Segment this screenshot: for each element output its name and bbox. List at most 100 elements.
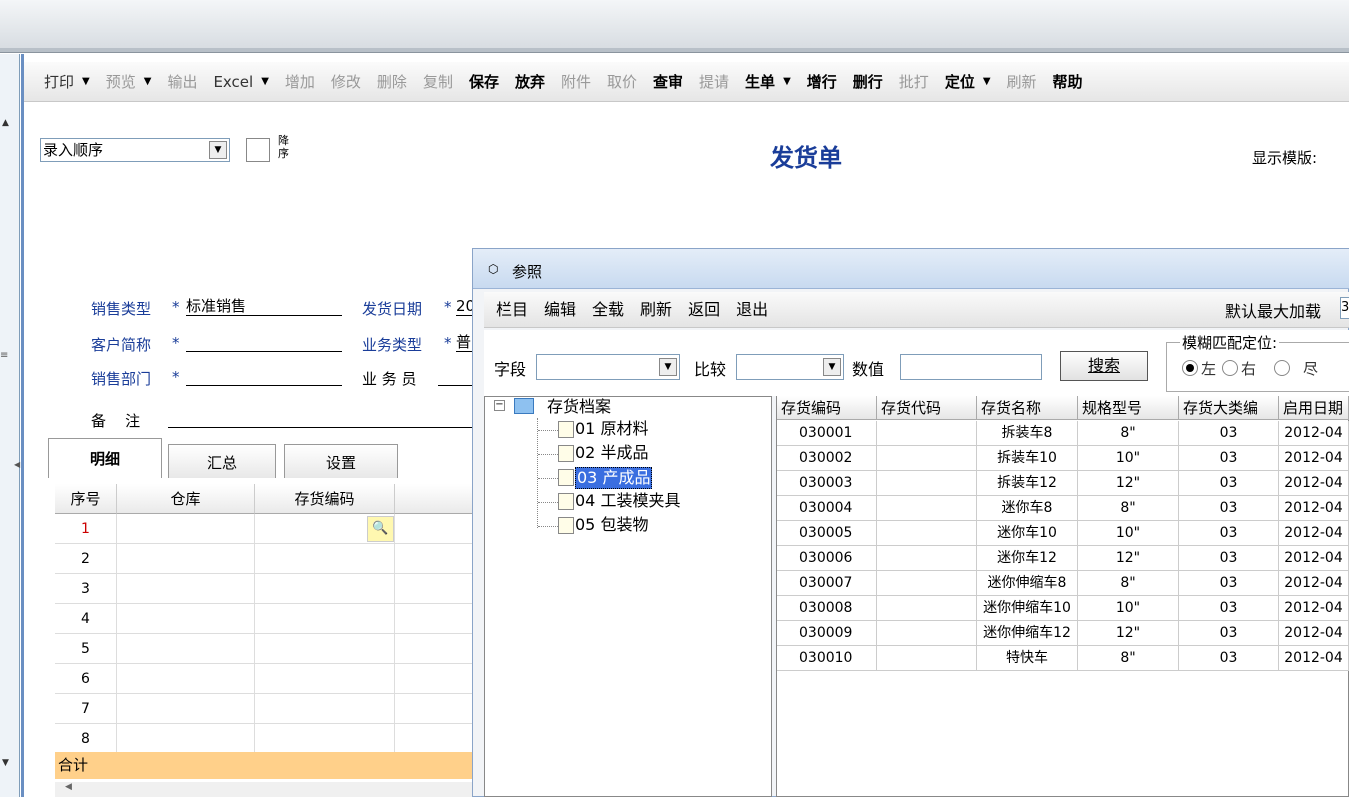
table-cell[interactable] <box>877 596 977 621</box>
table-cell[interactable] <box>255 544 395 574</box>
order-select[interactable]: 录入顺序 ▼ <box>40 138 230 162</box>
scroll-left-icon[interactable]: ◀ <box>65 782 72 792</box>
toolbar-button[interactable]: 定位 ▼ <box>937 69 999 95</box>
table-cell[interactable]: 8" <box>1078 646 1179 671</box>
column-header[interactable]: 存货代码 <box>877 396 977 420</box>
table-cell[interactable] <box>117 514 255 544</box>
table-cell[interactable]: 2012-04 <box>1279 496 1349 521</box>
menu-columns[interactable]: 栏目 <box>488 295 536 325</box>
table-cell[interactable]: 10" <box>1078 521 1179 546</box>
column-header[interactable]: 规格型号 <box>1078 396 1179 420</box>
table-cell[interactable]: 030005 <box>777 521 877 546</box>
table-cell[interactable] <box>117 604 255 634</box>
table-row[interactable]: 6 <box>55 664 475 694</box>
chevron-down-icon[interactable]: ▼ <box>209 141 227 159</box>
table-cell[interactable] <box>877 521 977 546</box>
table-cell[interactable] <box>117 694 255 724</box>
toolbar-button[interactable]: 修改 <box>323 69 369 95</box>
toolbar-button[interactable]: 输出 <box>159 69 205 95</box>
toolbar-button[interactable]: 提请 <box>691 69 737 95</box>
table-cell[interactable] <box>395 604 475 634</box>
table-cell[interactable]: 03 <box>1179 596 1279 621</box>
table-cell[interactable]: 特快车 <box>977 646 1078 671</box>
column-header[interactable]: 存货名称 <box>977 396 1078 420</box>
table-cell[interactable]: 迷你伸缩车8 <box>977 571 1078 596</box>
value-input[interactable] <box>900 354 1042 380</box>
column-header[interactable]: 仓库 <box>117 484 255 514</box>
table-cell[interactable] <box>877 571 977 596</box>
chevron-down-icon[interactable]: ▼ <box>659 358 677 376</box>
table-cell[interactable] <box>395 694 475 724</box>
table-cell[interactable]: 030010 <box>777 646 877 671</box>
column-header[interactable]: 存货大类编 <box>1179 396 1279 420</box>
table-cell[interactable]: 12" <box>1078 546 1179 571</box>
toolbar-button[interactable]: 刷新 <box>999 69 1045 95</box>
menu-back[interactable]: 返回 <box>680 295 728 325</box>
table-cell[interactable] <box>117 544 255 574</box>
table-cell[interactable]: 2012-04 <box>1279 596 1349 621</box>
table-cell[interactable] <box>117 634 255 664</box>
business-type-field[interactable]: 普 <box>456 332 472 352</box>
table-cell[interactable] <box>877 621 977 646</box>
table-cell[interactable] <box>117 664 255 694</box>
table-cell[interactable]: 030002 <box>777 446 877 471</box>
chevron-down-icon[interactable]: ▼ <box>823 358 841 376</box>
table-cell[interactable]: 8" <box>1078 496 1179 521</box>
salesperson-field[interactable] <box>438 366 472 386</box>
search-button[interactable]: 搜索 <box>1060 351 1148 381</box>
radio-any[interactable] <box>1274 360 1290 376</box>
tree-node[interactable]: 02 半成品 <box>575 443 648 463</box>
table-cell[interactable]: 迷你伸缩车12 <box>977 621 1078 646</box>
table-row[interactable]: 7 <box>55 694 475 724</box>
table-cell[interactable]: 12" <box>1078 621 1179 646</box>
table-cell[interactable]: 拆装车8 <box>977 421 1078 446</box>
toolbar-button[interactable]: 批打 <box>891 69 937 95</box>
dropdown-arrow-icon[interactable]: ▼ <box>82 69 90 95</box>
column-header[interactable]: 存货编码 <box>777 396 877 420</box>
ship-date-field[interactable]: 20 <box>456 296 472 316</box>
menu-refresh[interactable]: 刷新 <box>632 295 680 325</box>
collapse-arrow-icon[interactable]: ◀ <box>14 460 20 469</box>
splitter-grip-icon[interactable]: ≡ <box>0 350 8 361</box>
tree-node[interactable]: 03 产成品 <box>575 467 653 489</box>
table-cell[interactable]: 2012-04 <box>1279 621 1349 646</box>
table-cell[interactable]: 03 <box>1179 546 1279 571</box>
table-cell[interactable] <box>255 634 395 664</box>
toolbar-button[interactable]: 生单 ▼ <box>737 69 799 95</box>
scroll-down-icon[interactable]: ▼ <box>2 758 9 768</box>
descending-checkbox[interactable] <box>246 138 270 162</box>
tab-summary[interactable]: 汇总 <box>168 444 276 478</box>
table-cell[interactable] <box>255 664 395 694</box>
table-cell[interactable]: 030009 <box>777 621 877 646</box>
table-cell[interactable]: 03 <box>1179 521 1279 546</box>
left-side-panel[interactable] <box>0 54 20 797</box>
menu-load-all[interactable]: 全载 <box>584 295 632 325</box>
tree-node[interactable]: 04 工装模夹具 <box>575 491 680 511</box>
table-cell[interactable]: 03 <box>1179 571 1279 596</box>
column-header[interactable]: 启用日期 <box>1279 396 1349 420</box>
toolbar-button[interactable]: 取价 <box>599 69 645 95</box>
table-cell[interactable]: 03 <box>1179 446 1279 471</box>
table-cell[interactable]: 03 <box>1179 471 1279 496</box>
dialog-title-bar[interactable] <box>473 249 1349 289</box>
dropdown-arrow-icon[interactable]: ▼ <box>261 69 269 95</box>
table-cell[interactable]: 8" <box>1078 571 1179 596</box>
table-cell[interactable] <box>395 514 475 544</box>
table-cell[interactable]: 03 <box>1179 496 1279 521</box>
dept-field[interactable] <box>186 366 342 386</box>
table-cell[interactable]: 2012-04 <box>1279 521 1349 546</box>
table-cell[interactable] <box>877 646 977 671</box>
table-row[interactable]: 2 <box>55 544 475 574</box>
table-cell[interactable]: 2012-04 <box>1279 446 1349 471</box>
table-cell[interactable]: 030006 <box>777 546 877 571</box>
customer-field[interactable] <box>186 332 342 352</box>
table-cell[interactable]: 030008 <box>777 596 877 621</box>
table-cell[interactable]: 03 <box>1179 421 1279 446</box>
dropdown-arrow-icon[interactable]: ▼ <box>983 69 991 95</box>
tree-node[interactable]: 05 包装物 <box>575 515 648 535</box>
table-cell[interactable]: 03 <box>1179 646 1279 671</box>
table-cell[interactable] <box>877 471 977 496</box>
table-cell[interactable] <box>395 574 475 604</box>
search-icon[interactable]: 🔍 <box>367 516 394 542</box>
table-row[interactable]: 5 <box>55 634 475 664</box>
